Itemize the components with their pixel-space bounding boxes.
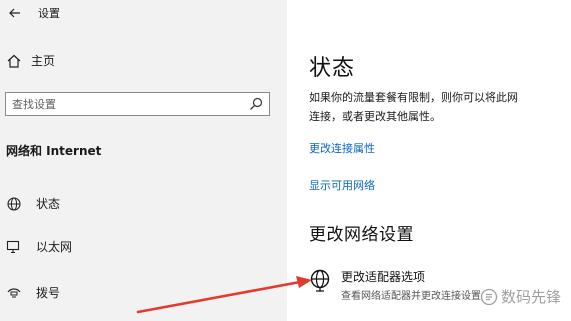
watermark-logo-icon: [480, 288, 498, 305]
window-title: 设置: [38, 7, 60, 20]
dialup-icon: [7, 287, 21, 297]
globe-status-icon: [7, 196, 21, 211]
sidebar-item-label: 拨号: [36, 286, 61, 300]
search-box[interactable]: [5, 92, 270, 116]
page-title: 状态: [309, 56, 356, 81]
status-description: 如果你的流量套餐有限制，则你可以将此网 连接，或者更改其他属性。: [309, 88, 571, 126]
change-connection-properties-link[interactable]: 更改连接属性: [309, 140, 375, 156]
title-bar: 设置: [8, 4, 60, 22]
main-panel: 状态 如果你的流量套餐有限制，则你可以将此网 连接，或者更改其他属性。 更改连接…: [287, 0, 571, 321]
section-title: 网络和 Internet: [6, 144, 102, 158]
description-line-1: 如果你的流量套餐有限制，则你可以将此网: [309, 91, 518, 104]
adapter-globe-icon: [310, 269, 330, 292]
sidebar-item-ethernet[interactable]: 以太网: [6, 238, 72, 255]
back-arrow-icon[interactable]: [8, 6, 22, 20]
sidebar-item-dialup[interactable]: 拨号: [6, 284, 60, 301]
home-icon: [7, 54, 21, 68]
ethernet-icon: [6, 240, 20, 253]
watermark: 数码先锋: [480, 286, 561, 307]
change-network-settings-heading: 更改网络设置: [309, 225, 414, 245]
sidebar-item-home[interactable]: 主页: [6, 52, 55, 69]
sidebar-item-label: 以太网: [36, 240, 73, 254]
sidebar-item-label: 主页: [31, 54, 56, 68]
watermark-text: 数码先锋: [500, 288, 561, 306]
sidebar-item-label: 状态: [36, 197, 61, 211]
description-line-2: 连接，或者更改其他属性。: [309, 110, 441, 123]
search-input[interactable]: [12, 96, 242, 112]
settings-window: 设置 主页 网络和 Internet 状态: [0, 0, 571, 321]
show-available-networks-link[interactable]: 显示可用网络: [309, 177, 375, 193]
adapter-options-subtitle: 查看网络适配器并更改连接设置: [341, 291, 481, 302]
adapter-options-title: 更改适配器选项: [341, 270, 426, 284]
sidebar-item-status[interactable]: 状态: [6, 195, 60, 212]
search-icon[interactable]: [249, 97, 263, 111]
sidebar: 设置 主页 网络和 Internet 状态: [0, 0, 287, 321]
